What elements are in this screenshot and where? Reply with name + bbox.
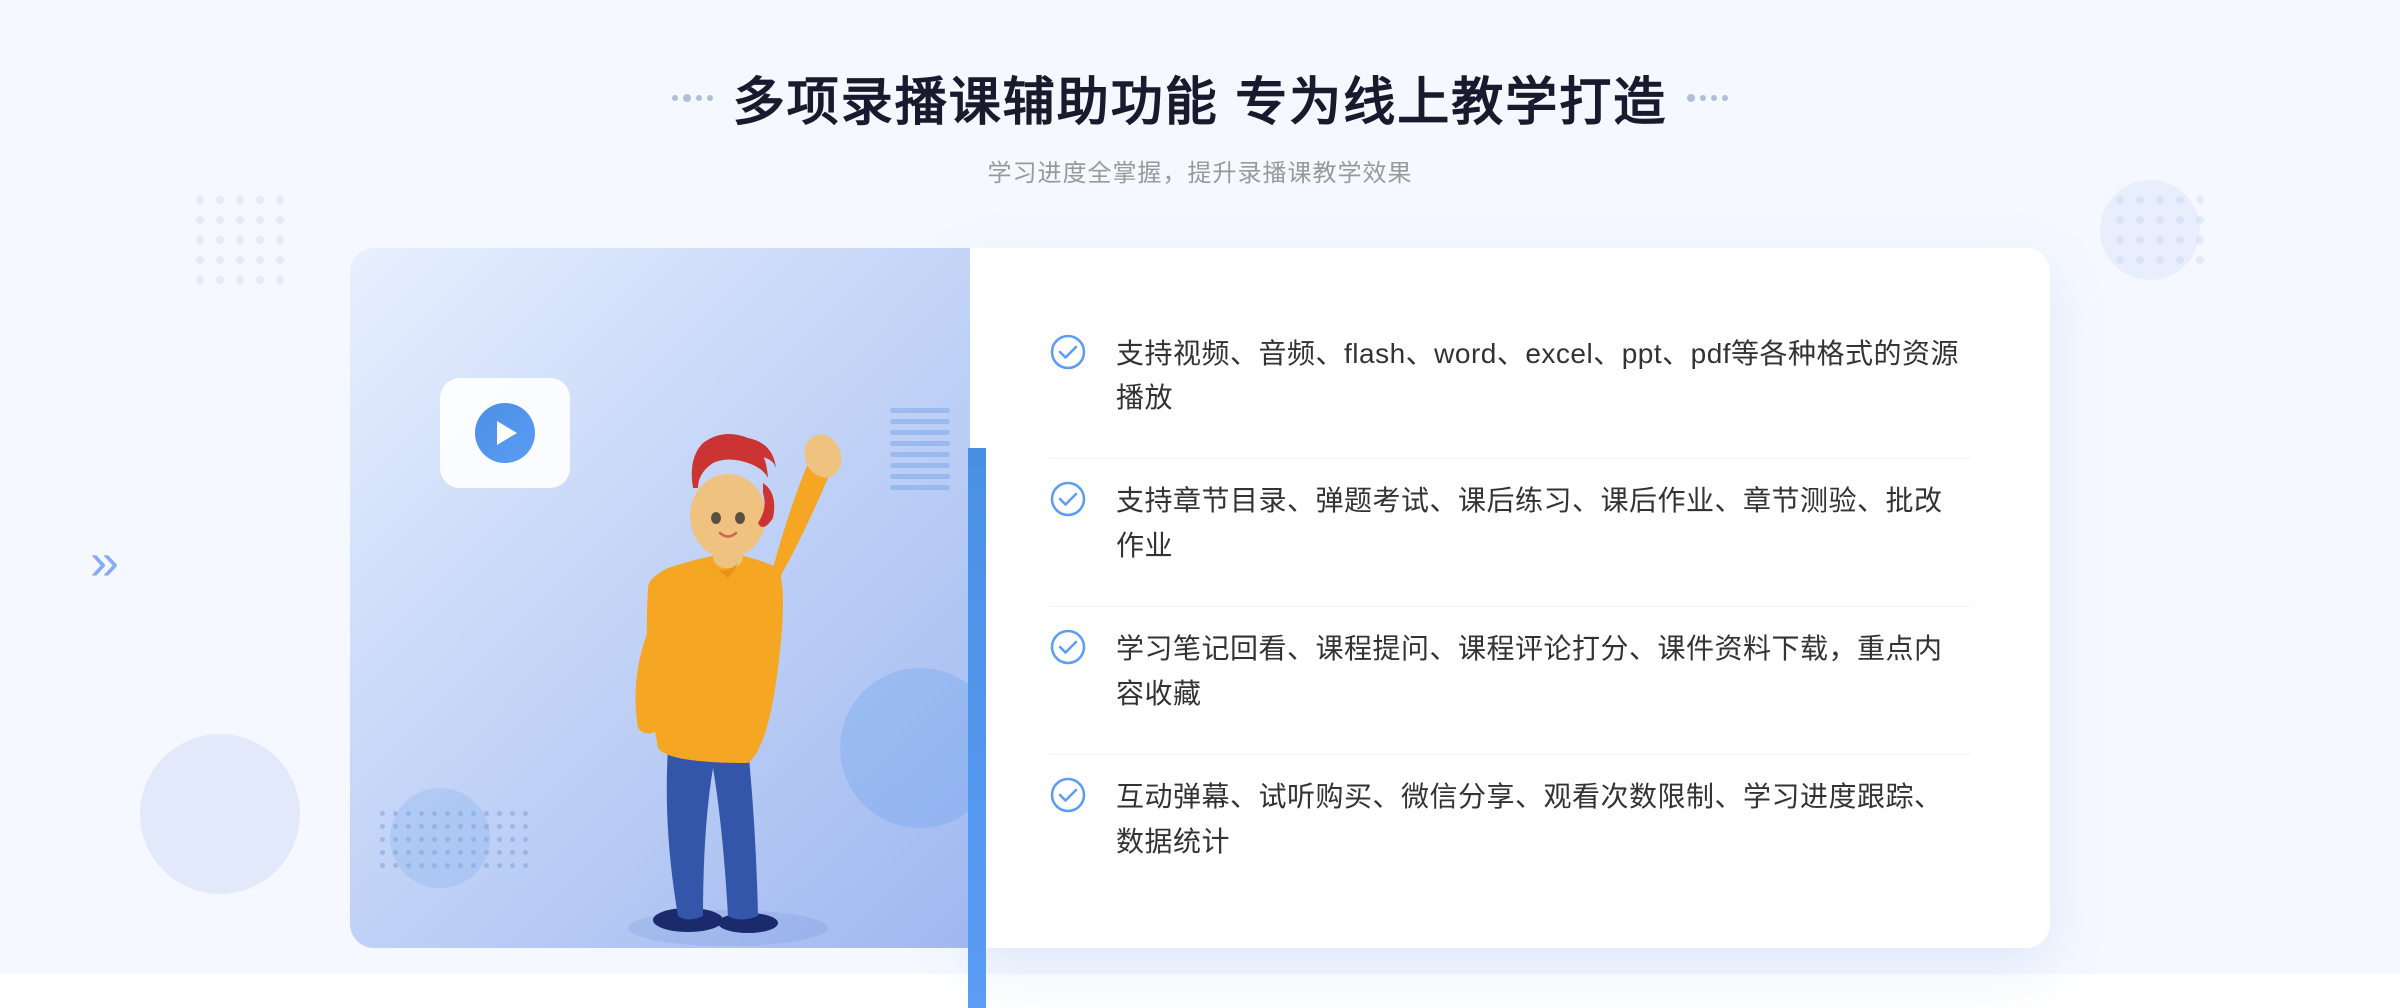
person-illustration [558,368,898,948]
page-wrapper: 多项录播课辅助功能 专为线上教学打造 学习进度全掌握，提升录播课教学效果 [0,0,2400,974]
feature-item-3: 学习笔记回看、课程提问、课程评论打分、课件资料下载，重点内容收藏 [1050,606,1970,737]
feature-item-2: 支持章节目录、弹题考试、课后练习、课后作业、章节测验、批改作业 [1050,458,1970,589]
check-icon-1 [1050,334,1086,370]
header-section: 多项录播课辅助功能 专为线上教学打造 学习进度全掌握，提升录播课教学效果 [672,60,1728,188]
check-icon-2 [1050,481,1086,517]
play-bubble [440,378,570,488]
check-icon-4 [1050,777,1086,813]
left-image-panel [350,248,970,948]
feature-item-1: 支持视频、音频、flash、word、excel、ppt、pdf等各种格式的资源… [1050,312,1970,442]
play-icon [475,403,535,463]
global-circle-2 [2100,180,2200,280]
deco-dots-left [672,94,713,102]
main-title: 多项录播课辅助功能 专为线上教学打造 [733,60,1667,135]
feature-text-3: 学习笔记回看、课程提问、课程评论打分、课件资料下载，重点内容收藏 [1116,627,1970,717]
right-content-panel: 支持视频、音频、flash、word、excel、ppt、pdf等各种格式的资源… [970,248,2050,948]
feature-text-4: 互动弹幕、试听购买、微信分享、观看次数限制、学习进度跟踪、数据统计 [1116,775,1970,865]
feature-text-1: 支持视频、音频、flash、word、excel、ppt、pdf等各种格式的资源… [1116,332,1970,422]
subtitle: 学习进度全掌握，提升录播课教学效果 [672,153,1728,188]
check-icon-3 [1050,629,1086,665]
blue-accent-bar [968,448,986,1008]
circle-decoration-2 [390,788,490,888]
feature-item-4: 互动弹幕、试听购买、微信分享、观看次数限制、学习进度跟踪、数据统计 [1050,754,1970,885]
feature-text-2: 支持章节目录、弹题考试、课后练习、课后作业、章节测验、批改作业 [1116,479,1970,569]
deco-dots-right [1687,94,1728,102]
global-circle-1 [140,734,300,894]
content-area: 支持视频、音频、flash、word、excel、ppt、pdf等各种格式的资源… [350,248,2050,948]
stripes-decoration [890,408,950,528]
title-row: 多项录播课辅助功能 专为线上教学打造 [672,60,1728,135]
chevron-decoration: » [90,536,119,588]
